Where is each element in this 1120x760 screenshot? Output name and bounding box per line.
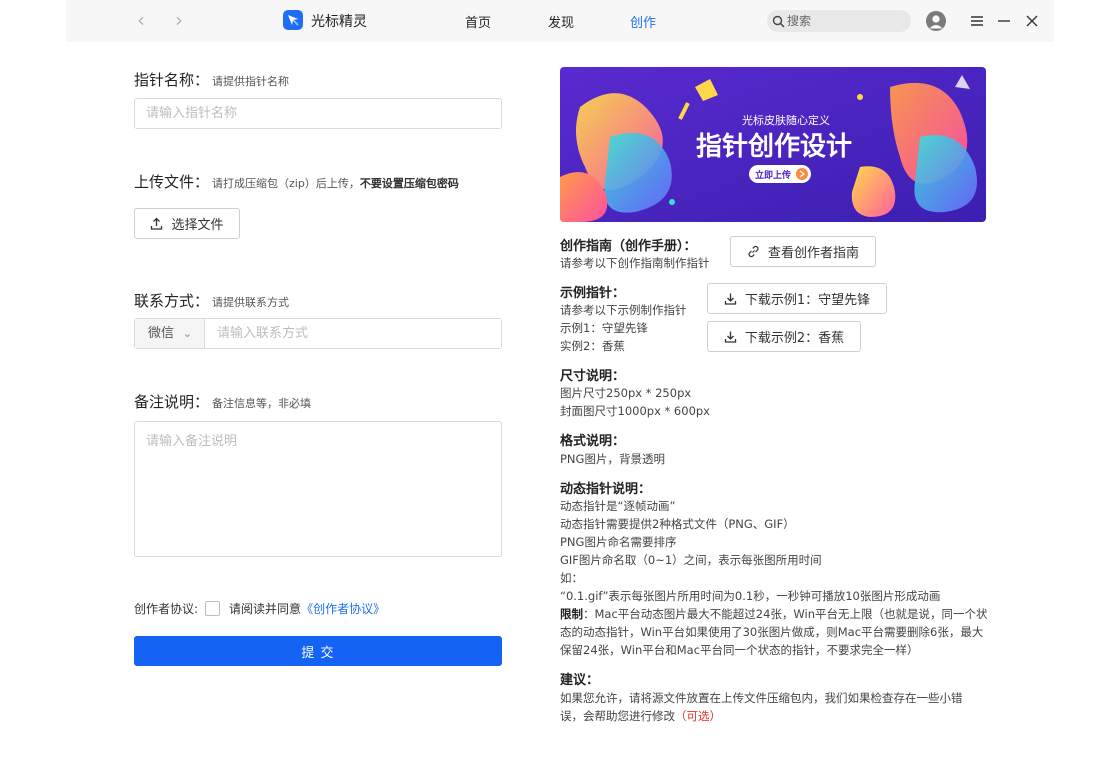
suggest-text: 如果您允许，请将源文件放置在上传文件压缩包内，我们如果检查存在一些小错 误，会帮… xyxy=(560,691,963,723)
suggest-title: 建议： xyxy=(560,673,600,688)
banner[interactable]: 光标皮肤随心定义 指针创作设计 立即上传 xyxy=(560,67,986,222)
search-box[interactable] xyxy=(767,10,911,32)
agreement-checkbox[interactable] xyxy=(205,601,221,616)
dynamic-text: 动态指针是“逐帧动画” 动态指针需要提供2种格式文件（PNG、GIF） PNG图… xyxy=(560,499,988,657)
note-label: 备注说明： 备注信息等，非必填 xyxy=(134,393,312,411)
banner-cta[interactable]: 立即上传 xyxy=(755,169,791,181)
note-hint: 备注信息等，非必填 xyxy=(212,397,312,410)
upload-icon xyxy=(151,217,163,230)
banner-image: 光标皮肤随心定义 指针创作设计 立即上传 xyxy=(560,67,986,222)
submit-button[interactable]: 提 交 xyxy=(134,636,502,666)
size-text: 图片尺寸250px * 250px 封面图尺寸1000px * 600px xyxy=(560,386,710,418)
examples-title: 示例指针： xyxy=(560,286,626,301)
contact-label: 联系方式： 请提供联系方式 xyxy=(134,292,290,310)
titlebar: ‹ › 光标精灵 首页 发现 创作 xyxy=(66,0,1054,42)
app-title: 光标精灵 xyxy=(311,14,367,30)
search-icon xyxy=(772,15,785,28)
back-arrow-icon[interactable]: ‹ xyxy=(129,9,153,33)
forward-arrow-icon[interactable]: › xyxy=(167,9,191,33)
agreement-row: 创作者协议: 请阅读并同意 《创作者协议》 xyxy=(134,600,385,617)
contact-field: 微信 ⌄ xyxy=(134,318,502,349)
upload-label: 上传文件： 请打成压缩包（zip）后上传，不要设置压缩包密码 xyxy=(134,173,459,191)
upload-hint: 请打成压缩包（zip）后上传，不要设置压缩包密码 xyxy=(212,177,459,190)
app-logo-icon xyxy=(283,10,303,30)
close-icon[interactable] xyxy=(1022,11,1042,31)
minimize-icon[interactable] xyxy=(994,11,1014,31)
optional-tag: （可选） xyxy=(675,709,721,723)
guide-title: 创作指南（创作手册）： xyxy=(560,239,697,254)
size-title: 尺寸说明： xyxy=(560,369,626,384)
banner-title: 指针创作设计 xyxy=(696,132,852,162)
search-input[interactable] xyxy=(787,13,902,29)
agreement-label: 创作者协议: xyxy=(134,602,199,616)
download-icon xyxy=(724,331,737,343)
app-window: ‹ › 光标精灵 首页 发现 创作 指针名称：请提供指针名称 上传文件：请打成压… xyxy=(66,0,1054,760)
contact-type-select[interactable]: 微信 ⌄ xyxy=(135,319,205,348)
tab-create[interactable]: 创作 xyxy=(630,12,656,31)
format-text: PNG图片，背景透明 xyxy=(560,452,665,466)
tab-home[interactable]: 首页 xyxy=(465,12,491,31)
note-textarea[interactable] xyxy=(134,421,502,557)
contact-input[interactable] xyxy=(206,319,501,348)
link-icon xyxy=(748,245,759,258)
name-hint: 请提供指针名称 xyxy=(212,75,290,88)
download-example1-button[interactable]: 下载示例1：守望先锋 xyxy=(707,283,887,314)
agreement-link[interactable]: 《创作者协议》 xyxy=(301,600,385,617)
tab-discover[interactable]: 发现 xyxy=(548,12,574,31)
chevron-down-icon: ⌄ xyxy=(182,327,192,340)
format-title: 格式说明： xyxy=(560,434,626,449)
guide-text: 请参考以下创作指南制作指针 xyxy=(560,256,710,270)
avatar[interactable] xyxy=(926,11,946,31)
name-label: 指针名称： 请提供指针名称 xyxy=(134,71,290,89)
examples-text: 请参考以下示例制作指针 示例1：守望先锋 实例2：香蕉 xyxy=(560,303,687,353)
download-example2-button[interactable]: 下载示例2：香蕉 xyxy=(707,321,861,352)
agreement-text: 请阅读并同意 xyxy=(229,602,302,616)
download-icon xyxy=(724,293,737,305)
name-input[interactable] xyxy=(134,98,502,129)
menu-icon[interactable] xyxy=(967,11,987,31)
dynamic-title: 动态指针说明： xyxy=(560,482,652,497)
contact-hint: 请提供联系方式 xyxy=(212,296,290,309)
view-guide-button[interactable]: 查看创作者指南 xyxy=(730,236,876,267)
choose-file-button[interactable]: 选择文件 xyxy=(134,208,240,239)
banner-subtitle: 光标皮肤随心定义 xyxy=(742,113,830,127)
